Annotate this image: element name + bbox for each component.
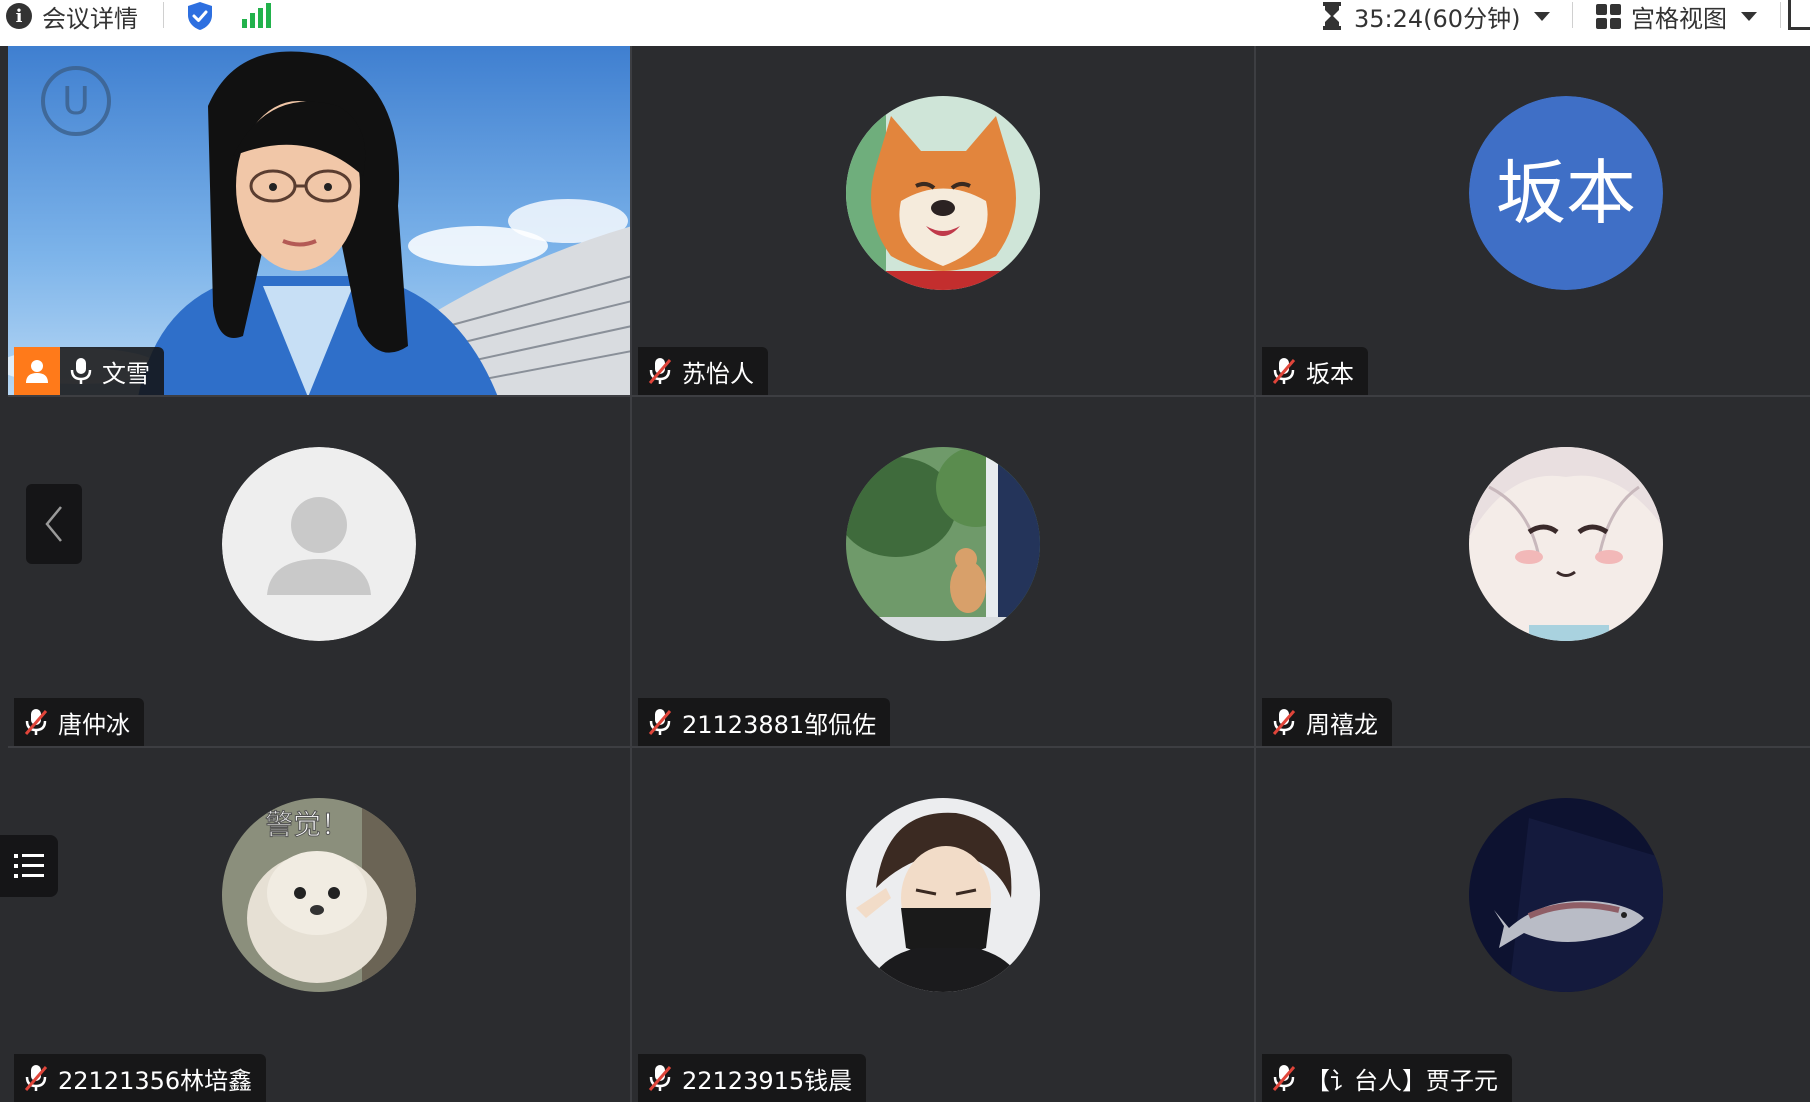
avatar: 警觉！: [222, 798, 416, 992]
toolbar-divider: [1780, 2, 1781, 28]
chevron-left-icon: [45, 506, 62, 542]
avatar: [846, 96, 1040, 290]
security-shield-icon[interactable]: [186, 0, 214, 32]
meeting-timer[interactable]: 35:24(60分钟): [1322, 0, 1551, 33]
microphone-muted-icon: [24, 708, 48, 736]
participant-name: 坂本: [1306, 359, 1354, 388]
participant-tile[interactable]: 22123915钱晨: [632, 748, 1256, 1102]
chevron-down-icon: [1534, 11, 1551, 21]
participant-name: 21123881邹侃佐: [682, 710, 877, 739]
participant-name: 周禧龙: [1306, 710, 1378, 739]
microphone-muted-icon: [648, 357, 672, 385]
microphone-muted-icon: [24, 1064, 48, 1092]
microphone-muted-icon: [648, 708, 672, 736]
fullscreen-icon[interactable]: [1788, 0, 1810, 30]
participant-nameplate: 周禧龙: [1262, 698, 1392, 746]
participant-nameplate: 苏怡人: [638, 347, 768, 395]
participant-tile[interactable]: 苏怡人: [632, 46, 1256, 397]
avatar: [846, 447, 1040, 641]
timer-text: 35:24(60分钟): [1354, 4, 1521, 33]
microphone-muted-icon: [1272, 708, 1296, 736]
participant-list-button[interactable]: [0, 835, 58, 897]
meeting-details-label: 会议详情: [42, 4, 138, 33]
participant-video: U: [8, 46, 630, 395]
network-signal-icon[interactable]: [242, 0, 271, 32]
microphone-muted-icon: [648, 1064, 672, 1092]
list-icon: [14, 854, 44, 878]
participant-nameplate: 21123881邹侃佐: [638, 698, 891, 746]
view-mode-dropdown[interactable]: 宫格视图: [1596, 0, 1757, 33]
video-grid: U 文雪 苏怡人 坂本 坂本 唐仲冰 21123881邹侃佐 周禧龙 警觉！ 2…: [0, 46, 1816, 1102]
toolbar-divider: [163, 2, 164, 28]
avatar: [222, 447, 416, 641]
microphone-muted-icon: [1272, 357, 1296, 385]
participant-nameplate: 文雪: [60, 347, 164, 395]
meeting-window: i 会议详情 35:24(60分钟) 宫格视图 U 文雪 苏怡人 坂本 坂本 唐…: [0, 0, 1816, 1102]
participant-tile[interactable]: 唐仲冰: [8, 397, 632, 748]
participant-name: 【讠台人】贾子元: [1306, 1066, 1498, 1095]
svg-text:警觉！: 警觉！: [265, 808, 349, 841]
participant-name: 文雪: [102, 359, 150, 388]
microphone-icon: [70, 357, 92, 385]
avatar: [1469, 798, 1663, 992]
window-edge: [1810, 46, 1816, 1102]
microphone-muted-icon: [1272, 1064, 1296, 1092]
svg-text:U: U: [62, 79, 90, 123]
avatar: [1469, 447, 1663, 641]
participant-name: 22121356林培鑫: [58, 1066, 253, 1095]
person-icon: [26, 360, 48, 383]
svg-text:坂本: 坂本: [1496, 152, 1636, 234]
meeting-details-button[interactable]: i 会议详情: [6, 0, 138, 33]
participant-nameplate: 22123915钱晨: [638, 1054, 867, 1102]
participant-name: 唐仲冰: [58, 710, 130, 739]
participant-nameplate: 22121356林培鑫: [14, 1054, 267, 1102]
participant-tile[interactable]: 坂本 坂本: [1256, 46, 1810, 397]
participant-name: 22123915钱晨: [682, 1066, 853, 1095]
toolbar-divider: [1572, 2, 1573, 28]
participant-nameplate: 【讠台人】贾子元: [1262, 1054, 1512, 1102]
previous-page-button[interactable]: [26, 484, 82, 564]
avatar: 坂本: [1469, 96, 1663, 290]
grid-view-icon: [1596, 3, 1621, 29]
participant-tile[interactable]: 21123881邹侃佐: [632, 397, 1256, 748]
chevron-down-icon: [1741, 11, 1757, 21]
participant-tile[interactable]: 【讠台人】贾子元: [1256, 748, 1810, 1102]
info-icon: i: [6, 3, 32, 29]
host-badge: [14, 347, 60, 395]
participant-tile[interactable]: 周禧龙: [1256, 397, 1810, 748]
avatar: [846, 798, 1040, 992]
view-mode-label: 宫格视图: [1631, 4, 1727, 33]
participant-name: 苏怡人: [682, 359, 754, 388]
participant-nameplate: 唐仲冰: [14, 698, 144, 746]
participant-tile[interactable]: 警觉！ 22121356林培鑫: [8, 748, 632, 1102]
participant-tile[interactable]: U 文雪: [8, 46, 632, 397]
top-toolbar: i 会议详情 35:24(60分钟) 宫格视图: [0, 0, 1816, 47]
hourglass-icon: [1322, 2, 1342, 30]
participant-nameplate: 坂本: [1262, 347, 1368, 395]
